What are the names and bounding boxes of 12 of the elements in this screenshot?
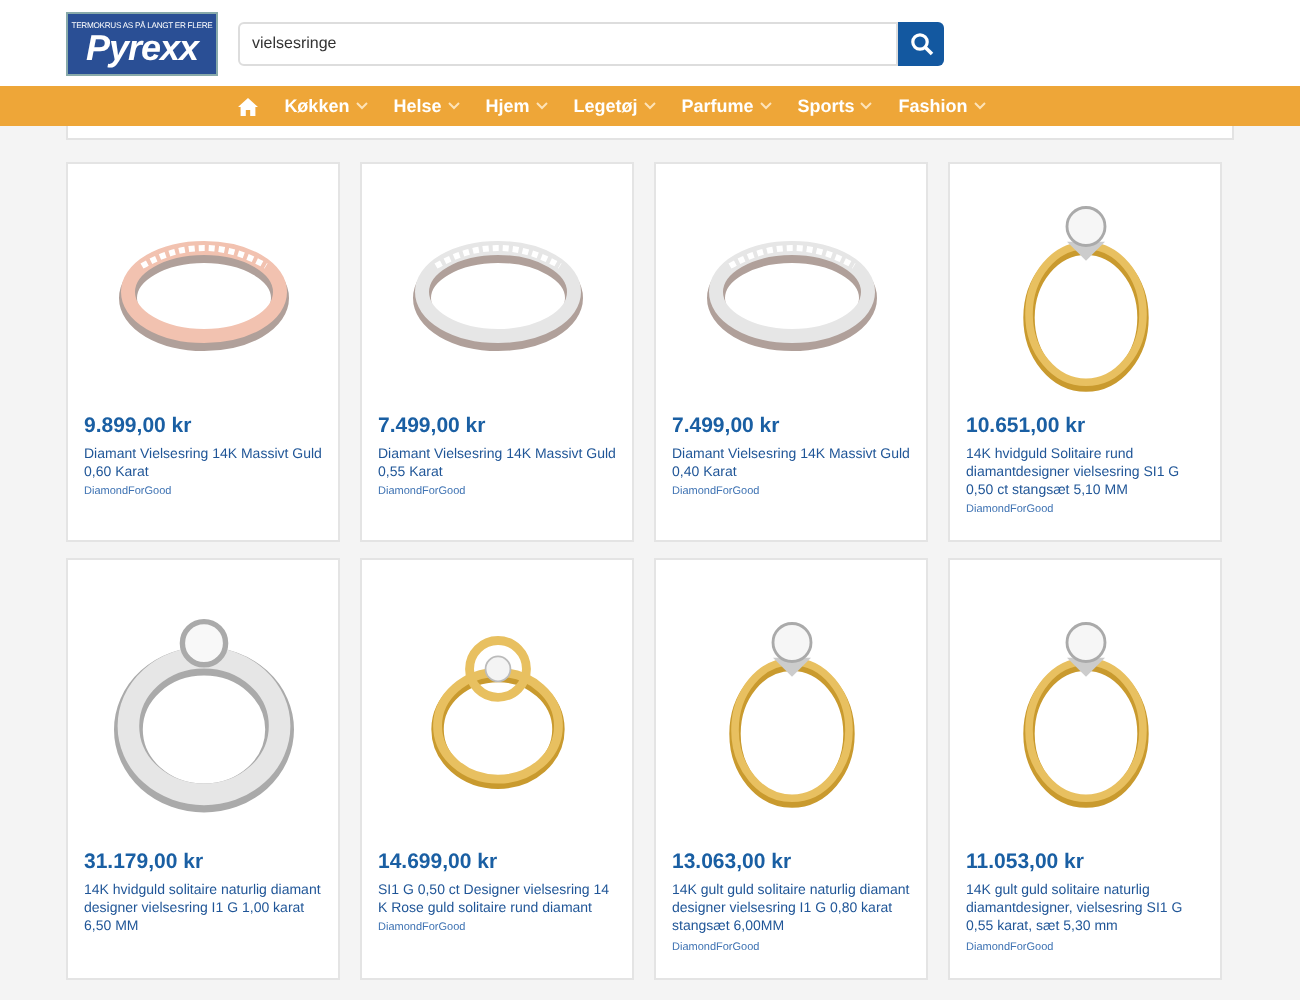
product-price: 10.651,00 kr [966,414,1088,438]
product-price: 11.053,00 kr [966,850,1086,875]
product-price: 31.179,00 kr [84,850,206,875]
product-price: 9.899,00 kr [84,414,194,438]
search-icon [909,31,933,55]
product-price: 13.063,00 kr [672,850,794,875]
product-price: 14.699,00 kr [378,850,500,875]
logo-wordmark: Pyrexx [85,30,199,66]
search-button[interactable] [898,21,944,65]
search-field[interactable]: vielsesringe [238,21,898,65]
product-price: 7.499,00 kr [672,414,782,438]
product-price: 7.499,00 kr [378,414,488,438]
